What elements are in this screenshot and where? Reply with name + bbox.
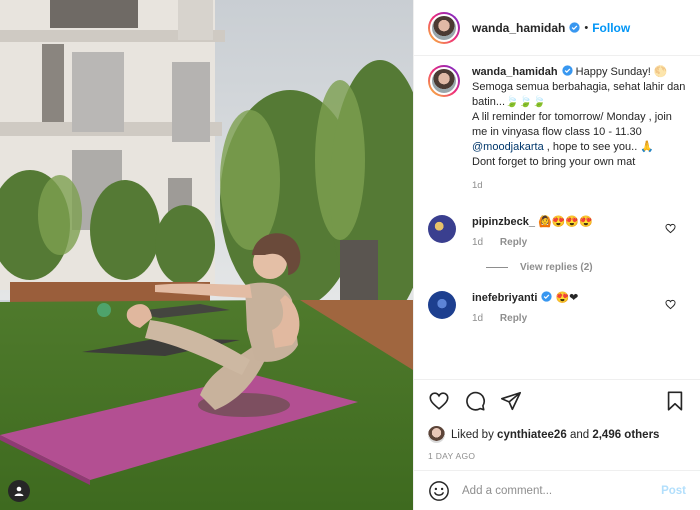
comment-item: pipinzbeck_ 🙆😍😍😍 1d Reply	[428, 215, 686, 248]
comment-icon[interactable]	[464, 390, 486, 412]
post-side-panel: wanda_hamidah • Follow wanda_hamidah Hap…	[413, 0, 700, 510]
liker-username[interactable]: cynthiatee26	[497, 429, 567, 441]
commenter-username[interactable]: inefebriyanti	[472, 292, 537, 304]
post-comment-button[interactable]: Post	[661, 485, 686, 497]
header-separator: •	[584, 21, 589, 34]
caption-username[interactable]: wanda_hamidah	[472, 66, 558, 78]
commenter-avatar[interactable]	[428, 215, 456, 243]
like-comment-heart-icon[interactable]	[665, 299, 676, 310]
caption-line-2: Semoga semua berbahagia, sehat lahir dan…	[472, 81, 686, 108]
likes-prefix: Liked by	[451, 428, 494, 441]
caption-avatar[interactable]	[428, 65, 460, 97]
author-avatar[interactable]	[428, 11, 460, 44]
bookmark-icon[interactable]	[664, 390, 686, 412]
like-comment-heart-icon[interactable]	[665, 223, 676, 234]
verified-badge-icon	[541, 291, 553, 302]
caption-timestamp[interactable]: 1d	[472, 178, 686, 193]
comment-timestamp[interactable]: 1d	[472, 313, 483, 324]
post-photo[interactable]	[0, 0, 413, 510]
instagram-post-modal: wanda_hamidah • Follow wanda_hamidah Hap…	[0, 0, 700, 510]
follow-button[interactable]: Follow	[592, 21, 630, 35]
reply-button[interactable]: Reply	[500, 237, 527, 248]
likes-summary: Liked by cynthiatee26 and 2,496 others	[428, 426, 686, 443]
commenter-username[interactable]: pipinzbeck_	[472, 216, 535, 228]
replies-divider	[486, 267, 508, 268]
liker-avatar[interactable]	[428, 426, 445, 443]
yoga-photo-illustration	[0, 0, 413, 510]
heart-icon[interactable]	[428, 390, 450, 412]
commenter-avatar[interactable]	[428, 291, 456, 319]
comment-timestamp[interactable]: 1d	[472, 237, 483, 248]
comment-composer: Post	[414, 470, 700, 510]
post-timestamp[interactable]: 1 DAY AGO	[428, 451, 686, 461]
comments-section[interactable]: wanda_hamidah Happy Sunday! 🌕 Semoga sem…	[414, 57, 700, 379]
view-replies-label[interactable]: View replies (2)	[520, 262, 593, 273]
emoji-icon[interactable]	[428, 480, 450, 502]
caption: wanda_hamidah Happy Sunday! 🌕 Semoga sem…	[428, 65, 686, 193]
user-tag-icon[interactable]	[8, 480, 30, 502]
comment-text: 🙆😍😍😍	[538, 216, 593, 228]
comment-input[interactable]	[462, 484, 662, 497]
verified-badge-icon	[561, 65, 573, 76]
reply-button[interactable]: Reply	[500, 313, 527, 324]
view-replies-link[interactable]: View replies (2)	[486, 262, 686, 273]
caption-line-5: Dont forget to bring your own mat	[472, 156, 636, 168]
comment-item: inefebriyanti 😍❤ 1d Reply	[428, 291, 686, 324]
post-header: wanda_hamidah • Follow	[414, 0, 700, 56]
likes-mid: and	[569, 428, 590, 441]
author-username[interactable]: wanda_hamidah	[472, 21, 565, 35]
caption-mention-link[interactable]: @moodjakarta	[472, 141, 544, 153]
share-icon[interactable]	[500, 390, 522, 412]
comment-text: 😍❤	[555, 292, 579, 304]
caption-line-4: , hope to see you.. 🙏	[546, 141, 655, 153]
caption-line-3: A lil reminder for tomorrow/ Monday , jo…	[472, 111, 672, 138]
verified-badge-icon	[569, 22, 580, 33]
action-bar	[428, 388, 686, 414]
caption-text: wanda_hamidah Happy Sunday! 🌕 Semoga sem…	[472, 65, 686, 193]
likes-count-link[interactable]: 2,496 others	[592, 429, 659, 441]
caption-line-1: Happy Sunday! 🌕	[575, 66, 668, 78]
post-actions-section: Liked by cynthiatee26 and 2,496 others 1…	[414, 379, 700, 461]
